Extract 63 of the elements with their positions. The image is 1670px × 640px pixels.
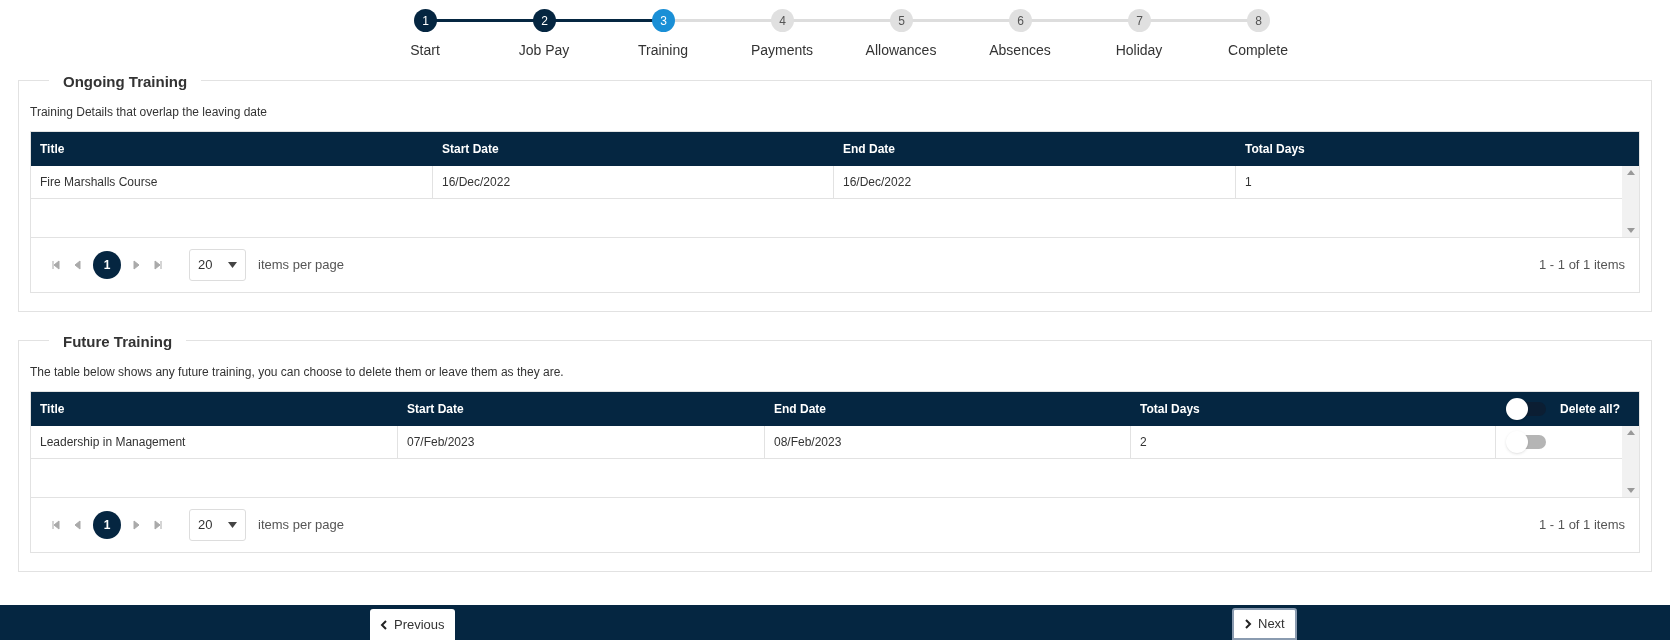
scroll-down-icon[interactable] [1626,228,1635,233]
scroll-up-icon[interactable] [1626,170,1635,175]
next-page-icon[interactable] [130,519,142,531]
step-label: Holiday [1114,41,1164,60]
step-number: 5 [890,9,913,32]
step-number: 4 [771,9,794,32]
column-header[interactable]: Title [31,140,433,158]
step-label: Absences [988,41,1052,60]
table-cell: Leadership in Management [31,426,398,458]
step-number: 7 [1128,9,1151,32]
next-page-icon[interactable] [130,259,142,271]
table-cell: Fire Marshalls Course [31,166,433,198]
previous-button[interactable]: Previous [370,609,455,640]
chevron-left-icon [380,619,388,630]
page-size-label: items per page [258,256,344,275]
table-cell: 16/Dec/2022 [433,166,834,198]
last-page-icon[interactable] [152,519,164,531]
column-header[interactable]: Start Date [433,140,834,158]
step-label: Start [409,41,441,60]
column-header[interactable]: Total Days [1236,140,1639,158]
step-number: 2 [533,9,556,32]
caret-icon [228,262,237,268]
scrollbar[interactable] [1622,426,1639,497]
table-cell: 07/Feb/2023 [398,426,765,458]
scrollbar[interactable] [1622,166,1639,237]
column-header[interactable]: Title [31,400,398,418]
column-header[interactable]: End Date [834,140,1236,158]
column-header[interactable]: Start Date [398,400,765,418]
section-description: Training Details that overlap the leaving date [30,104,269,121]
previous-page-icon[interactable] [72,259,84,271]
step-number: 1 [414,9,437,32]
previous-page-icon[interactable] [72,519,84,531]
step-label: Training [636,41,690,60]
step-number: 6 [1009,9,1032,32]
delete-all-label: Delete all? [1560,401,1621,418]
table-cell-text: 1 [1244,174,1253,191]
first-page-icon[interactable] [50,259,62,271]
section-description: The table below shows any future training, you can choose to delete them or leave them as they are. [30,364,565,381]
page-button[interactable]: 1 [93,511,121,539]
table-cell: 08/Feb/2023 [765,426,1131,458]
page-button[interactable]: 1 [93,251,121,279]
step-label: Payments [749,41,815,60]
caret-icon [228,522,237,528]
table-cell: 2 [1131,426,1496,458]
step-label: Job Pay [517,41,571,60]
table-cell: 16/Dec/2022 [834,166,1236,198]
pager-summary: 1 - 1 of 1 items [1539,256,1625,275]
last-page-icon[interactable] [152,259,164,271]
step-label: Allowances [864,41,938,60]
pager-summary: 1 - 1 of 1 items [1539,516,1625,535]
step-number: 3 [652,9,675,32]
scroll-up-icon[interactable] [1626,430,1635,435]
page-size-label: items per page [258,516,344,535]
column-header[interactable]: Total Days [1131,400,1496,418]
first-page-icon[interactable] [50,519,62,531]
step-label: Complete [1227,41,1289,60]
page-size-dropdown[interactable]: 20 [189,249,246,281]
column-header[interactable]: End Date [765,400,1131,418]
page-size-dropdown[interactable]: 20 [189,509,246,541]
step-number: 8 [1247,9,1270,32]
chevron-right-icon [1244,619,1252,629]
next-button[interactable]: Next [1232,608,1297,640]
scroll-down-icon[interactable] [1626,488,1635,493]
